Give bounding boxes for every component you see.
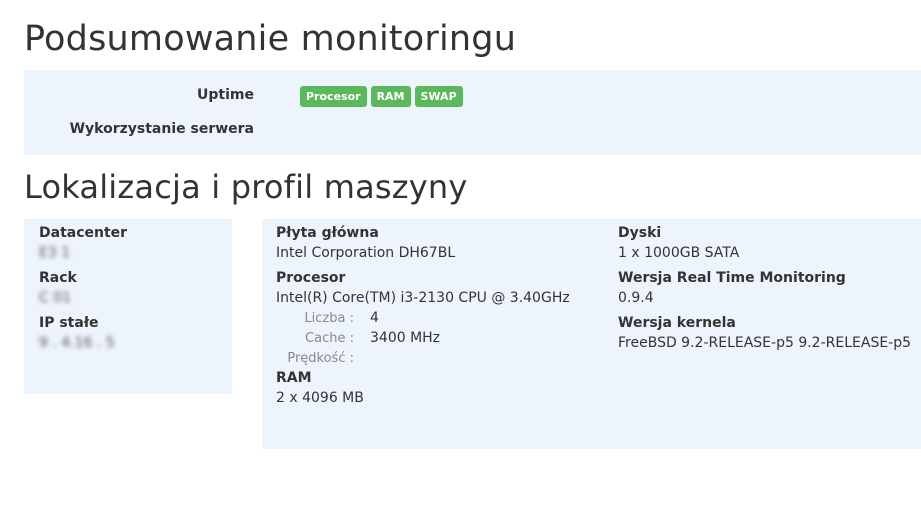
datacenter-value: E3 1 bbox=[39, 245, 71, 261]
rack-label: Rack bbox=[39, 270, 77, 286]
motherboard-value: Intel Corporation DH67BL bbox=[276, 245, 456, 261]
kernel-version-label: Wersja kernela bbox=[618, 315, 736, 331]
badge-ram[interactable]: RAM bbox=[370, 86, 411, 107]
server-usage-label: Wykorzystanie serwera bbox=[69, 121, 254, 137]
cpu-cache-label: Cache : bbox=[305, 331, 354, 346]
cpu-value: Intel(R) Core(TM) i3-2130 CPU @ 3.40GHz bbox=[276, 290, 570, 306]
motherboard-label: Płyta główna bbox=[276, 225, 379, 241]
machine-profile-panel: Płyta główna Intel Corporation DH67BL Pr… bbox=[262, 219, 921, 449]
badge-procesor[interactable]: Procesor bbox=[300, 86, 367, 107]
badge-swap[interactable]: SWAP bbox=[414, 86, 463, 107]
cpu-speed-label: Prędkość : bbox=[287, 351, 354, 366]
datacenter-label: Datacenter bbox=[39, 225, 128, 241]
cpu-count-value: 4 bbox=[370, 310, 379, 326]
datacenter-panel: Datacenter E3 1 Rack C 01 IP stałe 9 . 4… bbox=[24, 219, 232, 394]
uptime-label: Uptime bbox=[197, 87, 254, 103]
rack-value: C 01 bbox=[39, 290, 72, 306]
disks-label: Dyski bbox=[618, 225, 662, 241]
page: Podsumowanie monitoringu Uptime Procesor… bbox=[0, 0, 921, 514]
disks-value: 1 x 1000GB SATA bbox=[618, 245, 740, 261]
kernel-version-value: FreeBSD 9.2-RELEASE-p5 9.2-RELEASE-p5 bbox=[618, 335, 912, 351]
rtm-version-label: Wersja Real Time Monitoring bbox=[618, 270, 846, 286]
monitoring-summary-panel: Uptime Procesor RAM SWAP Wykorzystanie s… bbox=[24, 70, 921, 155]
ip-label: IP stałe bbox=[39, 315, 99, 331]
cpu-count-label: Liczba : bbox=[304, 311, 354, 326]
location-profile-title: Lokalizacja i profil maszyny bbox=[24, 168, 468, 206]
monitoring-summary-title: Podsumowanie monitoringu bbox=[24, 19, 517, 59]
ram-label: RAM bbox=[276, 370, 312, 386]
cpu-label: Procesor bbox=[276, 270, 346, 286]
cpu-cache-value: 3400 MHz bbox=[370, 330, 441, 346]
ip-value: 9 . 4.16 . 5 bbox=[39, 335, 115, 351]
rtm-version-value: 0.9.4 bbox=[618, 290, 654, 306]
uptime-badges: Procesor RAM SWAP bbox=[300, 86, 463, 107]
ram-value: 2 x 4096 MB bbox=[276, 390, 364, 406]
